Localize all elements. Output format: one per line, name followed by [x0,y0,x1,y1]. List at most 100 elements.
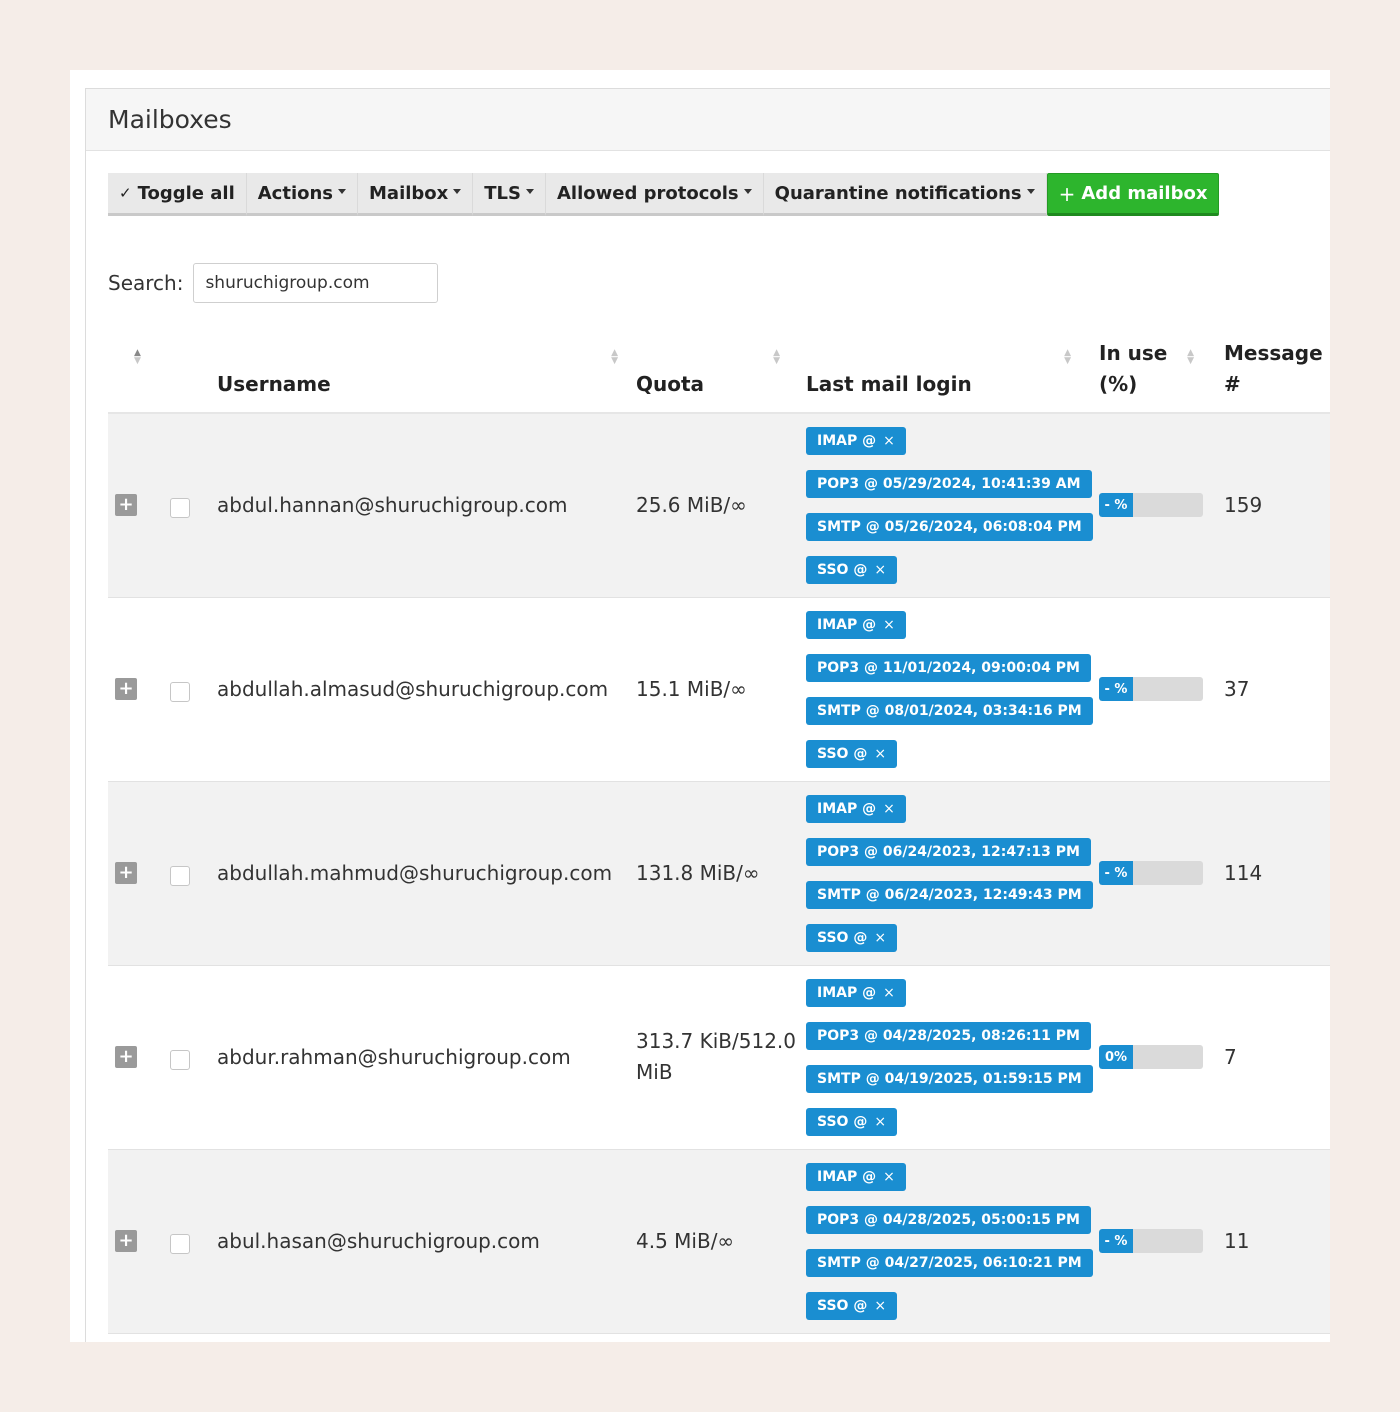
username-column-header[interactable]: Username ▲ ▼ [217,329,636,414]
last-mail-login-header-label: Last mail login [806,372,972,396]
smtp-login-badge: SMTP @ 06/24/2023, 12:49:43 PM [806,880,1093,909]
smtp-login-text: SMTP @ 08/01/2024, 03:34:16 PM [817,702,1082,719]
sso-login-text: SSO @ [817,745,868,762]
close-icon: × [883,800,895,817]
close-icon: × [874,1113,887,1130]
actions-dropdown[interactable]: Actions [246,173,359,216]
expand-icon[interactable]: + [115,862,137,884]
expand-cell: + [108,1149,164,1333]
username-cell: abul.hasan@shuruchigroup.com [217,1149,636,1333]
search-input[interactable] [193,263,439,303]
row-checkbox[interactable] [170,866,190,886]
quarantine-notifications-label: Quarantine notifications [774,182,1022,204]
select-cell [164,413,217,597]
messages-header-label: Message # [1224,341,1323,396]
pop3-login-badge: POP3 @ 05/29/2024, 10:41:39 AM [806,469,1092,498]
select-cell [164,1149,217,1333]
table-row: + abdullah.mahmud@shuruchigroup.com 131.… [108,781,1330,965]
smtp-login-badge: SMTP @ 05/26/2024, 06:08:04 PM [806,512,1093,541]
quota: 131.8 MiB/∞ [636,860,760,885]
messages-column-header[interactable]: Message # [1224,329,1330,414]
messages-cell: 11 [1224,1149,1330,1333]
usage-label: 0% [1104,1049,1128,1065]
row-checkbox[interactable] [170,1234,190,1254]
smtp-login-text: SMTP @ 04/19/2025, 01:59:15 PM [817,1070,1082,1087]
panel-heading: Mailboxes [86,89,1330,151]
sort-column-header[interactable]: ▲ ▼ [108,329,164,414]
smtp-login-text: SMTP @ 04/27/2025, 06:10:21 PM [817,1254,1082,1271]
username-cell: abdullah.almasud@shuruchigroup.com [217,597,636,781]
in-use-cell: - % [1099,597,1224,781]
message-count: 114 [1224,861,1263,885]
expand-cell: + [108,597,164,781]
select-cell [164,965,217,1149]
imap-login-badge: IMAP @ × [806,794,906,823]
pop3-login-badge: POP3 @ 11/01/2024, 09:00:04 PM [806,653,1091,682]
toggle-all-button[interactable]: ✓ Toggle all [108,173,247,216]
sso-login-text: SSO @ [817,561,868,578]
username-cell: abdur.rahman@shuruchigroup.com [217,965,636,1149]
sso-login-badge: SSO @ × [806,555,898,584]
smtp-login-badge: SMTP @ 08/01/2024, 03:34:16 PM [806,696,1093,725]
row-checkbox[interactable] [170,1050,190,1070]
caret-down-icon [338,188,347,194]
caret-down-icon [453,188,462,194]
last-mail-login-cell: IMAP @ × POP3 @ 06/24/2023, 12:47:13 PM S… [806,781,1099,965]
allowed-protocols-label: Allowed protocols [557,182,739,204]
quota-column-header[interactable]: Quota ▲ ▼ [636,329,806,414]
in-use-column-header[interactable]: In use (%) ▲ ▼ [1099,329,1224,414]
tls-dropdown[interactable]: TLS [473,173,546,216]
sort-icon: ▲ ▼ [773,348,780,366]
close-icon: × [883,432,895,449]
sso-login-badge: SSO @ × [806,1107,898,1136]
expand-icon[interactable]: + [115,494,137,517]
messages-cell: 114 [1224,781,1330,965]
plus-icon: + [1058,181,1076,206]
expand-cell: + [108,781,164,965]
imap-login-badge: IMAP @ × [806,426,906,455]
quota-header-label: Quota [636,372,705,396]
usage-progress-fill: - % [1099,493,1133,518]
row-checkbox[interactable] [170,682,190,702]
username-header-label: Username [217,372,331,396]
imap-login-text: IMAP @ [817,1168,877,1185]
expand-icon[interactable]: + [115,1046,137,1068]
sso-login-text: SSO @ [817,1113,868,1130]
row-checkbox[interactable] [170,498,190,519]
sort-icon: ▲ ▼ [134,348,141,366]
usage-label: - % [1104,681,1128,697]
expand-cell: + [108,965,164,1149]
username: abul.hasan@shuruchigroup.com [217,1229,540,1253]
usage-progress-fill: - % [1099,677,1133,701]
pop3-login-badge: POP3 @ 04/28/2025, 05:00:15 PM [806,1205,1091,1234]
expand-cell: + [108,413,164,597]
message-count: 11 [1224,1229,1250,1253]
messages-cell: 159 [1224,413,1330,597]
allowed-protocols-dropdown[interactable]: Allowed protocols [546,173,764,216]
mailbox-dropdown[interactable]: Mailbox [358,173,474,216]
toggle-all-label: Toggle all [137,182,235,204]
sso-login-text: SSO @ [817,1297,868,1314]
pop3-login-badge: POP3 @ 04/28/2025, 08:26:11 PM [806,1021,1091,1050]
usage-progress-fill: 0% [1099,1045,1133,1069]
login-badges: IMAP @ × POP3 @ 11/01/2024, 09:00:04 PM S… [806,609,1099,770]
quarantine-notifications-dropdown[interactable]: Quarantine notifications [763,173,1047,216]
caret-down-icon [1026,188,1035,194]
last-mail-login-column-header[interactable]: Last mail login ▲ ▼ [806,329,1099,414]
search-row: Search: [108,263,439,303]
sso-login-badge: SSO @ × [806,923,898,952]
username: abdullah.almasud@shuruchigroup.com [217,677,609,701]
usage-progress-fill: - % [1099,1229,1133,1253]
table-row: + abdur.rahman@shuruchigroup.com 313.7 K… [108,965,1330,1149]
imap-login-badge: IMAP @ × [806,1162,906,1191]
imap-login-text: IMAP @ [817,984,877,1001]
add-mailbox-button[interactable]: + Add mailbox [1046,173,1220,216]
expand-icon[interactable]: + [115,678,137,700]
in-use-cell: - % [1099,781,1224,965]
sso-login-badge: SSO @ × [806,739,898,768]
pop3-login-text: POP3 @ 11/01/2024, 09:00:04 PM [817,659,1080,676]
smtp-login-badge: SMTP @ 04/19/2025, 01:59:15 PM [806,1064,1093,1093]
in-use-cell: - % [1099,413,1224,597]
expand-icon[interactable]: + [115,1230,137,1252]
close-icon: × [883,984,895,1001]
